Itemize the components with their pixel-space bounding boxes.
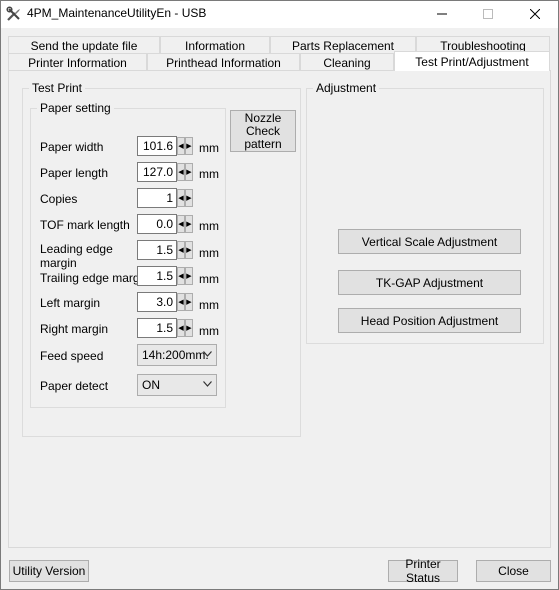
adjustment-legend: Adjustment (313, 81, 380, 95)
left-margin-label: Left margin (40, 296, 101, 310)
tab-label: Test Print/Adjustment (415, 54, 529, 69)
tk-gap-adjustment-button[interactable]: TK-GAP Adjustment (338, 270, 521, 295)
vertical-scale-adjustment-button[interactable]: Vertical Scale Adjustment (338, 229, 521, 254)
trailing-edge-margin-unit: mm (199, 272, 219, 286)
minimize-button[interactable] (419, 0, 465, 28)
right-margin-spinner[interactable]: ◀ ▶ (177, 319, 195, 337)
spin-left-icon[interactable]: ◀ (177, 319, 185, 337)
tof-mark-length-unit: mm (199, 219, 219, 233)
tof-mark-length-label: TOF mark length (40, 218, 130, 232)
right-margin-label: Right margin (40, 322, 109, 336)
test-print-legend: Test Print (29, 81, 86, 95)
trailing-edge-margin-label: Trailing edge margin (40, 271, 149, 285)
tab-printhead-information[interactable]: Printhead Information (147, 53, 300, 71)
window-title: 4PM_MaintenanceUtilityEn - USB (27, 6, 207, 20)
spin-left-icon[interactable]: ◀ (177, 163, 185, 181)
spin-right-icon[interactable]: ▶ (185, 319, 193, 337)
tab-send-update-file[interactable]: Send the update file (8, 36, 160, 54)
nozzle-button-line3: pattern (244, 136, 282, 151)
paper-width-label: Paper width (40, 140, 104, 154)
paper-length-spinner[interactable]: ◀ ▶ (177, 163, 195, 181)
copies-input[interactable]: 1 (137, 188, 177, 208)
spin-left-icon[interactable]: ◀ (177, 137, 185, 155)
chevron-down-icon (203, 351, 212, 357)
chevron-down-icon (203, 381, 212, 387)
tab-label: Send the update file (30, 38, 138, 53)
leading-edge-margin-input[interactable]: 1.5 (137, 240, 177, 260)
nozzle-check-pattern-button[interactable]: Nozzle Check pattern (230, 110, 296, 152)
leading-edge-label-line1: Leading edge (40, 242, 113, 256)
left-margin-spinner[interactable]: ◀ ▶ (177, 293, 195, 311)
head-position-adjustment-button[interactable]: Head Position Adjustment (338, 308, 521, 333)
close-window-button[interactable] (512, 0, 558, 28)
leading-edge-margin-spinner[interactable]: ◀ ▶ (177, 241, 195, 259)
tab-label: Printhead Information (166, 55, 281, 70)
copies-label: Copies (40, 192, 78, 206)
spin-right-icon[interactable]: ▶ (185, 215, 193, 233)
paper-detect-label: Paper detect (40, 379, 109, 393)
left-margin-unit: mm (199, 298, 219, 312)
paper-width-input[interactable]: 101.6 (137, 136, 177, 156)
feed-speed-label: Feed speed (40, 349, 104, 363)
trailing-edge-margin-input[interactable]: 1.5 (137, 266, 177, 286)
spin-left-icon[interactable]: ◀ (177, 215, 185, 233)
tab-label: Cleaning (323, 55, 371, 70)
nozzle-button-line2: Check (245, 123, 280, 138)
spin-left-icon[interactable]: ◀ (177, 267, 185, 285)
paper-width-spinner[interactable]: ◀ ▶ (177, 137, 195, 155)
tab-printer-information[interactable]: Printer Information (8, 53, 147, 71)
trailing-edge-margin-spinner[interactable]: ◀ ▶ (177, 267, 195, 285)
paper-setting-legend: Paper setting (37, 101, 114, 115)
feed-speed-select[interactable]: 14h:200mm. (137, 344, 217, 366)
tools-app-icon (6, 6, 22, 22)
paper-length-unit: mm (199, 167, 219, 181)
spin-right-icon[interactable]: ▶ (185, 293, 193, 311)
tof-mark-length-input[interactable]: 0.0 (137, 214, 177, 234)
title-bar: 4PM_MaintenanceUtilityEn - USB (0, 0, 559, 28)
tab-label: Printer Information (28, 55, 127, 70)
spin-right-icon[interactable]: ▶ (185, 137, 193, 155)
spin-left-icon[interactable]: ◀ (177, 293, 185, 311)
tab-cleaning[interactable]: Cleaning (300, 53, 394, 71)
left-margin-input[interactable]: 3.0 (137, 292, 177, 312)
close-button[interactable]: Close (476, 560, 551, 582)
spin-left-icon[interactable]: ◀ (177, 189, 185, 207)
tab-label: Parts Replacement (291, 38, 395, 53)
nozzle-button-line1: Nozzle (244, 110, 282, 125)
tof-mark-length-spinner[interactable]: ◀ ▶ (177, 215, 195, 233)
paper-detect-select[interactable]: ON (137, 374, 217, 396)
maximize-button[interactable] (465, 0, 511, 28)
spin-left-icon[interactable]: ◀ (177, 241, 185, 259)
printer-status-button[interactable]: Printer Status (388, 557, 458, 585)
tab-test-print-adjustment[interactable]: Test Print/Adjustment (394, 51, 550, 71)
spin-right-icon[interactable]: ▶ (185, 163, 193, 181)
spin-right-icon[interactable]: ▶ (185, 189, 193, 207)
utility-version-button[interactable]: Utility Version (9, 560, 89, 582)
spin-right-icon[interactable]: ▶ (185, 267, 193, 285)
paper-length-input[interactable]: 127.0 (137, 162, 177, 182)
tab-information[interactable]: Information (160, 36, 270, 54)
leading-edge-margin-unit: mm (199, 246, 219, 260)
right-margin-input[interactable]: 1.5 (137, 318, 177, 338)
spin-right-icon[interactable]: ▶ (185, 241, 193, 259)
right-margin-unit: mm (199, 324, 219, 338)
leading-edge-label-line2: margin (40, 256, 77, 270)
paper-width-unit: mm (199, 141, 219, 155)
tab-label: Information (184, 38, 246, 53)
paper-length-label: Paper length (40, 166, 109, 180)
feed-speed-value: 14h:200mm. (142, 348, 209, 362)
paper-detect-value: ON (142, 378, 160, 392)
adjustment-group: Adjustment (306, 81, 544, 344)
copies-spinner[interactable]: ◀ ▶ (177, 189, 195, 207)
